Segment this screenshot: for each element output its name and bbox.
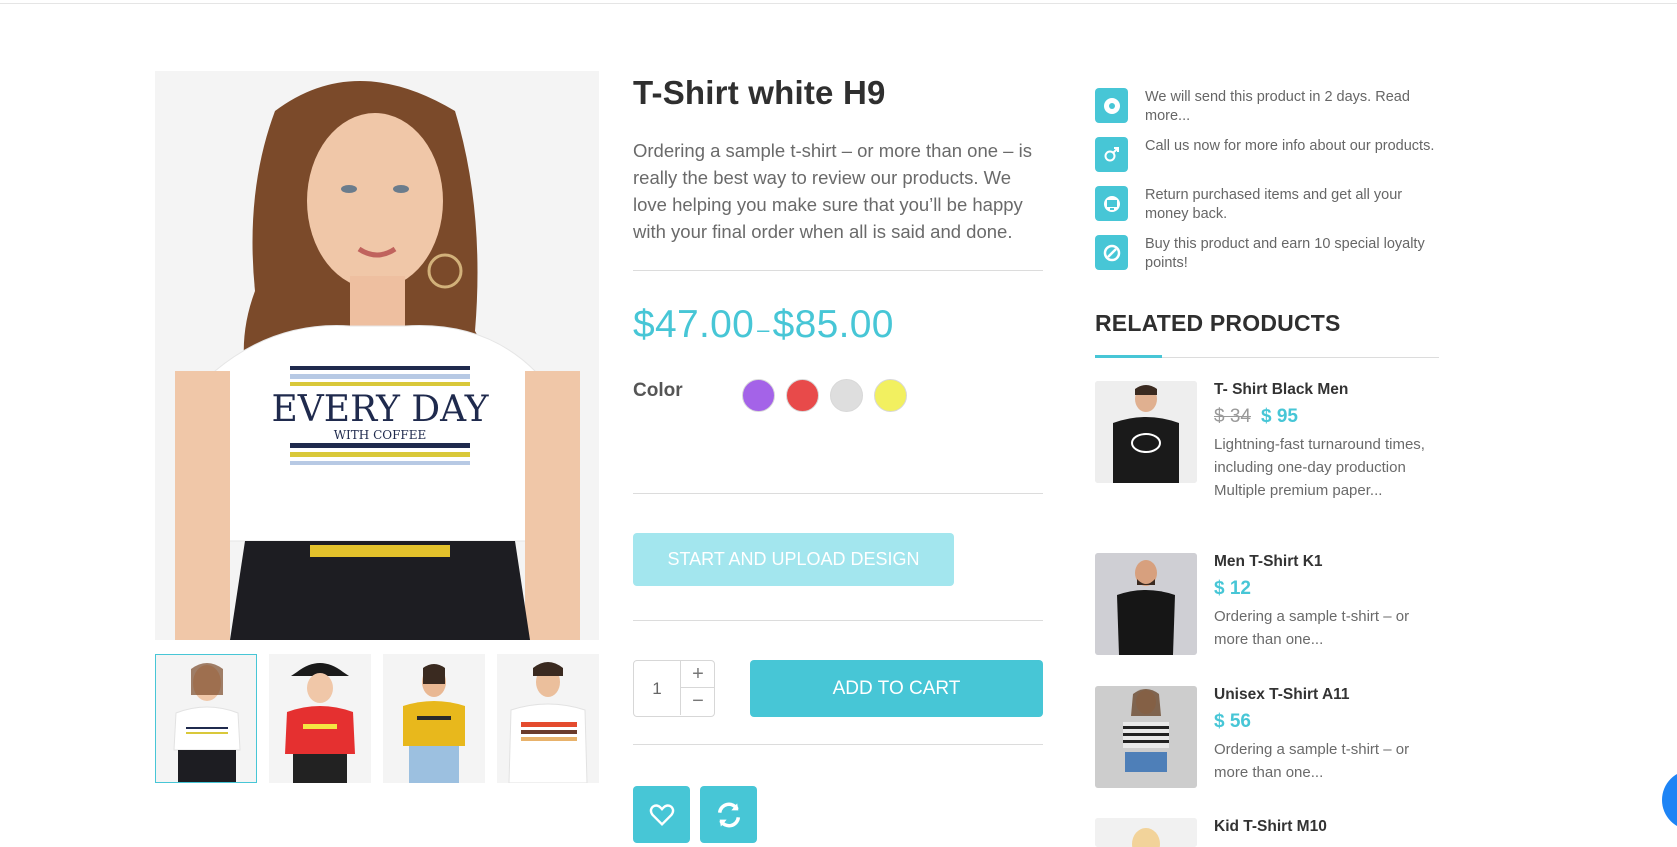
thumbnail-striped-shirt[interactable] [497,654,599,783]
related-item-prices: $ 12 [1214,578,1251,600]
related-item-price: $ 56 [1214,711,1251,732]
divider [633,270,1043,271]
related-item[interactable]: Kid T-Shirt M10 [1095,818,1440,847]
feature-text: Buy this product and earn 10 special loy… [1145,236,1425,271]
product-description: Ordering a sample t-shirt – or more than… [633,140,1032,242]
top-divider [0,3,1677,4]
quantity-increase-button[interactable]: + [680,661,715,688]
heart-icon [649,803,674,826]
price-range: $47.00 –$85.00 [633,303,894,347]
refresh-icon [717,802,740,827]
related-item-name[interactable]: T- Shirt Black Men [1214,381,1348,399]
price-separator: – [757,317,770,342]
related-item[interactable]: T- Shirt Black Men $ 34 $ 95 Lightning-fa… [1095,381,1440,521]
related-products-title: RELATED PRODUCTS [1095,310,1341,336]
related-item-description: Ordering a sample t-shirt – or more than… [1214,608,1410,648]
color-swatch-yellow[interactable] [874,379,907,412]
thumbnail-white-shirt[interactable] [155,654,257,783]
quantity-decrease-button[interactable]: − [680,688,715,715]
related-item-description: Lightning-fast turnaround times, includi… [1214,436,1425,499]
product-title: T-Shirt white H9 [633,74,886,111]
related-item-prices: $ 34 $ 95 [1214,406,1298,428]
feature-contact: Call us now for more info about our prod… [1095,137,1440,181]
thumbnail-yellow-shirt[interactable] [383,654,485,783]
add-to-cart-button[interactable]: ADD TO CART [750,660,1043,717]
feature-text: Return purchased items and get all your … [1145,187,1403,222]
related-item-price: $ 12 [1214,578,1251,599]
feature-text: Call us now for more info about our prod… [1145,138,1435,154]
start-upload-design-button[interactable]: START AND UPLOAD DESIGN [633,533,954,586]
chat-widget-button[interactable] [1662,770,1677,830]
related-item-name[interactable]: Unisex T-Shirt A11 [1214,686,1350,704]
quantity-input[interactable]: 1 [634,661,680,716]
monitor-icon [1095,186,1128,221]
related-item-image[interactable] [1095,818,1197,847]
shirt-print-main: EVERY DAY [272,389,490,430]
related-item[interactable]: Men T-Shirt K1 $ 12 Ordering a sample t-… [1095,553,1440,655]
thumbnail-strip [155,654,599,784]
price-min: $47.00 [633,303,755,346]
gear-icon [1095,88,1128,123]
price-max: $85.00 [772,303,894,346]
divider [633,620,1043,621]
wishlist-button[interactable] [633,786,690,843]
gender-icon [1095,137,1128,172]
related-item-image[interactable] [1095,686,1197,788]
related-item-old-price: $ 34 [1214,406,1251,427]
related-item-name[interactable]: Kid T-Shirt M10 [1214,818,1327,836]
related-accent-bar [1095,355,1162,358]
shirt-print-sub: WITH COFFEE [334,428,427,442]
divider [633,493,1043,494]
feature-returns: Return purchased items and get all your … [1095,186,1440,230]
related-item-image[interactable] [1095,553,1197,655]
related-item-image[interactable] [1095,381,1197,483]
related-item-price: $ 95 [1260,406,1298,427]
product-main-image[interactable]: EVERY DAY WITH COFFEE [155,71,599,640]
related-item-prices: $ 56 [1214,711,1251,733]
color-swatch-purple[interactable] [742,379,775,412]
color-swatch-gray[interactable] [830,379,863,412]
thumbnail-red-shirt[interactable] [269,654,371,783]
feature-loyalty: Buy this product and earn 10 special loy… [1095,235,1440,279]
feature-shipping: We will send this product in 2 days. Rea… [1095,88,1440,132]
quantity-stepper: 1 + − [633,660,715,717]
related-item[interactable]: Unisex T-Shirt A11 $ 56 Ordering a sampl… [1095,686,1440,788]
color-swatch-red[interactable] [786,379,819,412]
ban-icon [1095,235,1128,270]
feature-text: We will send this product in 2 days. Rea… [1145,89,1410,124]
color-label: Color [633,380,683,401]
related-item-description: Ordering a sample t-shirt – or more than… [1214,741,1410,781]
divider [633,744,1043,745]
compare-button[interactable] [700,786,757,843]
related-item-name[interactable]: Men T-Shirt K1 [1214,553,1323,571]
